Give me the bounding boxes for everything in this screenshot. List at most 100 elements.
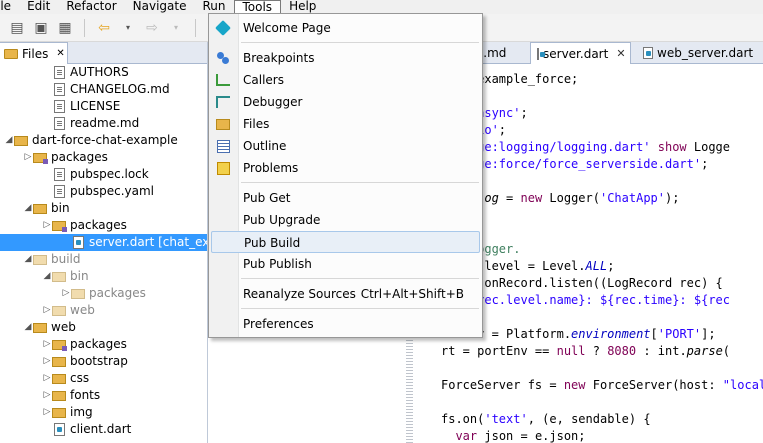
menu-item-welcome-page[interactable]: Welcome Page [211, 17, 480, 39]
tree-item[interactable]: ▷ packages [0, 217, 207, 234]
code-token: null [556, 344, 586, 358]
tree-item[interactable]: ▷ packages [0, 336, 207, 353]
code-token: ]; [701, 327, 716, 341]
collapsed-twisty-icon[interactable]: ▷ [42, 370, 52, 387]
menu-item-files[interactable]: Files [211, 113, 480, 135]
file-icon [52, 185, 66, 199]
code-line: .root.onRecord.listen((LogRecord rec) { [441, 275, 723, 292]
menu-item-problems[interactable]: Problems [211, 157, 480, 179]
tree-item[interactable]: ▷ web [0, 302, 207, 319]
menu-item-pub-publish[interactable]: Pub Publish [211, 253, 480, 275]
collapsed-twisty-icon[interactable]: ▷ [42, 404, 52, 421]
menu-item-outline[interactable]: Outline [211, 135, 480, 157]
tree-item[interactable]: ▷ bootstrap [0, 353, 207, 370]
tree-item[interactable]: ◢ build [0, 251, 207, 268]
files-tab-label: Files [22, 46, 49, 61]
file-icon-shape [53, 100, 65, 113]
editor-tab-label: web_server.dart [657, 46, 754, 60]
menu-tools[interactable]: Tools [233, 0, 282, 14]
tree-item[interactable]: ▷ css [0, 370, 207, 387]
new-file-icon[interactable]: ▤ [6, 17, 28, 39]
tree-item-label: server.dart [chat_exam [89, 235, 207, 249]
tree-item[interactable]: pubspec.yaml [0, 183, 207, 200]
tab-web-server-dart[interactable]: web_server.dart [637, 42, 759, 64]
menu-edit[interactable]: Edit [19, 0, 58, 14]
tree-item[interactable]: ▷ img [0, 404, 207, 421]
menu-item-preferences[interactable]: Preferences [211, 313, 480, 335]
menu-item-pub-upgrade[interactable]: Pub Upgrade [211, 209, 480, 231]
collapsed-twisty-icon[interactable]: ▷ [42, 217, 52, 234]
expanded-twisty-icon[interactable]: ◢ [4, 132, 14, 149]
code-token: , (e, sendable) { [527, 412, 651, 426]
package-folder-icon [33, 151, 48, 165]
breakpoints-icon [215, 50, 231, 66]
menu-item-debugger[interactable]: Debugger [211, 91, 480, 113]
menu-item-label: Pub Upgrade [243, 213, 321, 227]
menu-item-pub-build[interactable]: Pub Build [211, 231, 480, 253]
menu-run[interactable]: Run [194, 0, 233, 14]
toolbar-separator [84, 18, 85, 37]
tree-item[interactable]: ▷ fonts [0, 387, 207, 404]
forward-arrow-icon[interactable]: ⇨ [141, 17, 163, 39]
tab-files[interactable]: Files ✕ [0, 42, 68, 64]
tree-item[interactable]: ▷ packages [0, 149, 207, 166]
tree-item[interactable]: CHANGELOG.md [0, 81, 207, 98]
forward-dropdown-icon[interactable]: ▾ [165, 17, 187, 39]
code-token: ; [498, 123, 507, 137]
folder-icon [52, 389, 66, 403]
save-icon[interactable]: ▣ [30, 17, 52, 39]
tab-server-dart[interactable]: server.dart ✕ [530, 42, 631, 64]
close-icon[interactable]: ✕ [616, 47, 625, 60]
menu-navigate[interactable]: Navigate [125, 0, 195, 14]
tree-item[interactable]: server.dart [chat_exam [0, 234, 207, 251]
tree-item[interactable]: ◢ bin [0, 268, 207, 285]
expanded-twisty-icon[interactable]: ◢ [23, 200, 33, 217]
menu-item-reanalyze-sources[interactable]: Reanalyze Sources Ctrl+Alt+Shift+B [211, 283, 480, 305]
expanded-twisty-icon[interactable]: ◢ [42, 268, 52, 285]
close-icon[interactable]: ✕ [56, 48, 64, 59]
tree-item-label: img [70, 405, 93, 419]
code-token: new [563, 378, 586, 392]
back-arrow-icon[interactable]: ⇦ [93, 17, 115, 39]
menu-item-breakpoints[interactable]: Breakpoints [211, 47, 480, 69]
collapsed-twisty-icon[interactable]: ▷ [42, 353, 52, 370]
tree-item[interactable]: ▷ packages [0, 285, 207, 302]
expanded-twisty-icon[interactable]: ◢ [23, 319, 33, 336]
tree-item[interactable]: LICENSE [0, 98, 207, 115]
collapsed-twisty-icon[interactable]: ▷ [42, 302, 52, 319]
save-all-icon[interactable]: ▦ [54, 17, 76, 39]
folder-dim-icon [52, 270, 66, 284]
code-token: 'PORT' [657, 327, 702, 341]
expanded-twisty-icon[interactable]: ◢ [23, 251, 33, 268]
folder-icon-shape [33, 322, 47, 333]
menu-separator [241, 278, 479, 279]
code-token: 'text' [484, 412, 528, 426]
collapsed-twisty-icon[interactable]: ▷ [23, 149, 33, 166]
menu-item-label: Breakpoints [243, 51, 315, 65]
code-line: var json = e.json; [441, 428, 585, 443]
menu-help[interactable]: Help [281, 0, 324, 14]
menu-refactor[interactable]: Refactor [58, 0, 124, 14]
tree-item[interactable]: ◢ dart-force-chat-example [0, 132, 207, 149]
tree-item-label: web [70, 303, 95, 317]
file-icon-shape [53, 66, 65, 79]
tree-item[interactable]: readme.md [0, 115, 207, 132]
collapsed-twisty-icon[interactable]: ▷ [61, 285, 71, 302]
tree-item[interactable]: ◢ web [0, 319, 207, 336]
code-token: ForceServer(host: [585, 378, 723, 392]
menu-item-callers[interactable]: Callers [211, 69, 480, 91]
tree-item[interactable]: pubspec.lock [0, 166, 207, 183]
menu-item-pub-get[interactable]: Pub Get [211, 187, 480, 209]
code-editor[interactable]: chat_example_force;dart:async';dart:io';… [441, 64, 763, 443]
tree-item[interactable]: client.dart [0, 421, 207, 438]
back-dropdown-icon[interactable]: ▾ [117, 17, 139, 39]
collapsed-twisty-icon[interactable]: ▷ [42, 387, 52, 404]
file-icon [52, 66, 66, 80]
menu-ile[interactable]: ile [0, 0, 19, 14]
code-token: ? [585, 344, 608, 358]
tree-item[interactable]: ◢ bin [0, 200, 207, 217]
collapsed-twisty-icon[interactable]: ▷ [42, 336, 52, 353]
tree-item[interactable]: AUTHORS [0, 64, 207, 81]
menu-separator [241, 308, 479, 309]
folder-icon-shape [33, 203, 47, 214]
